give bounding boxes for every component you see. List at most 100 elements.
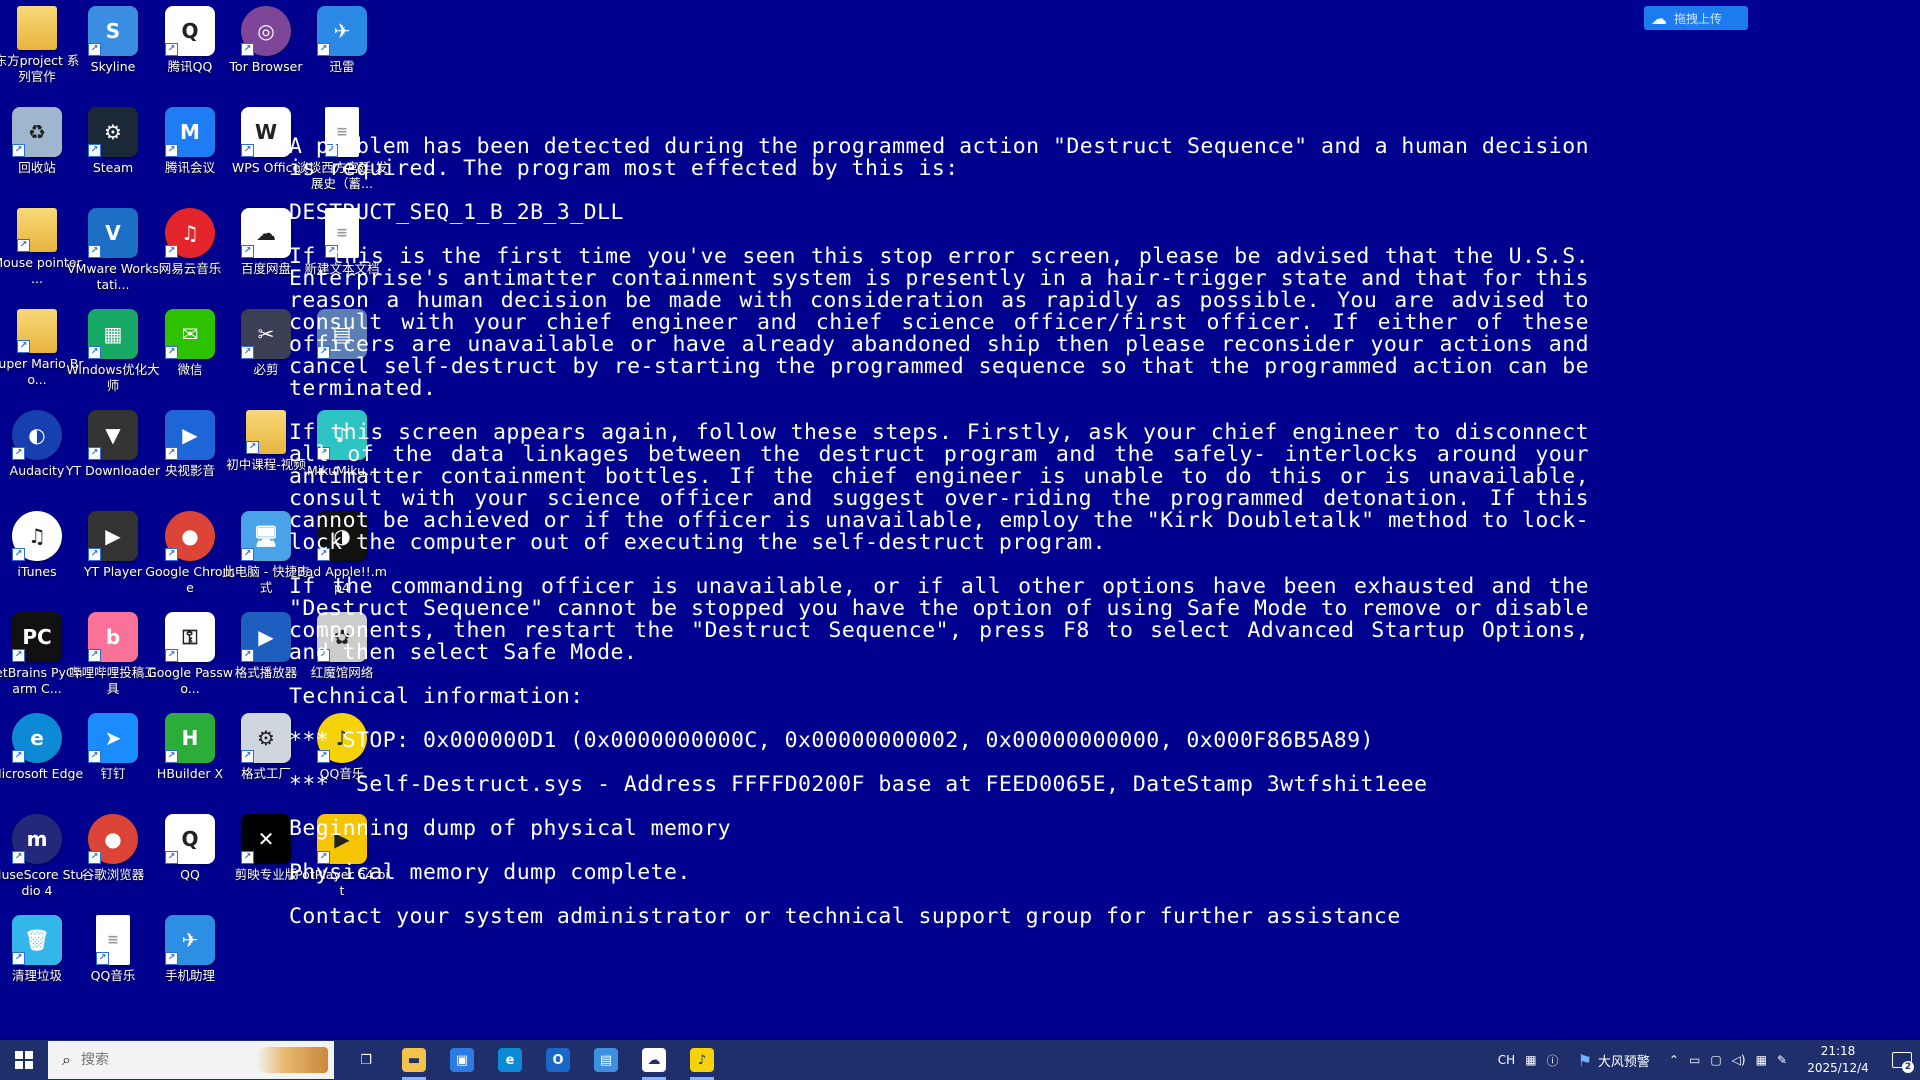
- taskbar-app-baidu-netdisk[interactable]: ☁: [630, 1040, 678, 1080]
- volume-icon[interactable]: ◁): [1727, 1040, 1751, 1080]
- taskbar-app-control-panel[interactable]: ▤: [582, 1040, 630, 1080]
- shortcut-arrow-icon: ↗: [165, 43, 178, 56]
- weather-label: 大风预警: [1597, 1054, 1650, 1070]
- help-icon[interactable]: ⓘ: [1542, 1040, 1564, 1080]
- shortcut-arrow-icon: ↗: [246, 441, 259, 454]
- shortcut-arrow-icon: ↗: [317, 43, 330, 56]
- yt-downloader-icon: ▼ ↗: [88, 410, 138, 460]
- pen-icon[interactable]: ✎: [1772, 1040, 1792, 1080]
- bsod-paragraph: *** STOP: 0x000000D1 (0x0000000000C, 0x0…: [289, 728, 1374, 753]
- chevron-up-icon[interactable]: ⌃: [1664, 1040, 1684, 1080]
- taskbar-app-qq-music[interactable]: ♪: [678, 1040, 726, 1080]
- notification-count: 2: [1902, 1061, 1914, 1073]
- shortcut-arrow-icon: ↗: [165, 952, 178, 965]
- network-icon[interactable]: ▭: [1684, 1040, 1705, 1080]
- shortcut-arrow-icon: ↗: [165, 851, 178, 864]
- qq-penguin-icon: Q ↗: [165, 814, 215, 864]
- bilibili-upload-icon: b ↗: [88, 612, 138, 662]
- shortcut-arrow-icon: ↗: [165, 649, 178, 662]
- shortcut-arrow-icon: ↗: [88, 346, 101, 359]
- wind-icon: ⚑: [1577, 1050, 1592, 1070]
- outlook-icon: O: [546, 1048, 570, 1072]
- pycharm-icon: PC ↗: [12, 612, 62, 662]
- format-player-icon: ▶ ↗: [241, 612, 291, 662]
- shortcut-arrow-icon: ↗: [165, 447, 178, 460]
- taskbar-app-file-explorer[interactable]: ▬: [390, 1040, 438, 1080]
- folder-icon: ↗: [17, 309, 57, 353]
- notification-center-button[interactable]: 2: [1884, 1040, 1920, 1080]
- tor-browser-icon: ◎ ↗: [241, 6, 291, 56]
- shortcut-arrow-icon: ↗: [12, 952, 25, 965]
- task-view-icon: ❐: [360, 1052, 372, 1068]
- baidu-netdisk-icon: ☁ ↗: [241, 208, 291, 258]
- search-input[interactable]: [78, 1051, 243, 1069]
- shortcut-arrow-icon: ↗: [165, 548, 178, 561]
- shortcut-arrow-icon: ↗: [241, 851, 254, 864]
- desktop-icon[interactable]: ✈ ↗ 迅雷: [294, 0, 390, 96]
- start-button[interactable]: [0, 1040, 48, 1080]
- taskbar-apps: ❐ ▬ ▣ e O ▤ ☁ ♪: [342, 1040, 726, 1080]
- taskbar-app-task-view[interactable]: ❐: [342, 1040, 390, 1080]
- xunlei-icon: ✈ ↗: [317, 6, 367, 56]
- display-icon[interactable]: ▢: [1705, 1040, 1726, 1080]
- bsod-paragraph: Physical memory dump complete.: [289, 860, 691, 885]
- search-box[interactable]: ⌕: [48, 1041, 334, 1079]
- ime-indicator[interactable]: CH: [1493, 1040, 1520, 1080]
- wps-office-icon: W ↗: [241, 107, 291, 157]
- text-document-icon: ≡ ↗: [96, 915, 130, 965]
- file-explorer-icon: ▬: [402, 1048, 426, 1072]
- folder-icon: [17, 6, 57, 50]
- windows-start-icon: [15, 1051, 33, 1069]
- clock-date: 2025/12/4: [1807, 1061, 1869, 1075]
- shortcut-arrow-icon: ↗: [12, 144, 25, 157]
- baidu-cloud-icon: ☁: [1651, 8, 1667, 28]
- clock-time: 21:18: [1820, 1044, 1856, 1058]
- musescore-icon: m ↗: [12, 814, 62, 864]
- search-highlight-image: [256, 1047, 328, 1073]
- system-tray: CH ▦ ⓘ ⚑ 大风预警 ⌃ ▭ ▢ ◁) ▦ ✎ 21:18 2025/12…: [1493, 1040, 1920, 1080]
- shortcut-arrow-icon: ↗: [88, 245, 101, 258]
- app-grid-icon[interactable]: ▦: [1751, 1040, 1772, 1080]
- shortcut-arrow-icon: ↗: [88, 144, 101, 157]
- shortcut-arrow-icon: ↗: [165, 346, 178, 359]
- shortcut-arrow-icon: ↗: [17, 340, 30, 353]
- bsod-paragraph: If this is the first time you've seen th…: [289, 244, 1603, 401]
- shortcut-arrow-icon: ↗: [241, 649, 254, 662]
- shortcut-arrow-icon: ↗: [88, 649, 101, 662]
- desktop-icon-label: 手机助理: [164, 968, 215, 983]
- shortcut-arrow-icon: ↗: [241, 750, 254, 763]
- phone-assistant-icon: ✈ ↗: [165, 915, 215, 965]
- taskbar-app-edge[interactable]: e: [486, 1040, 534, 1080]
- weather-widget[interactable]: ⚑ 大风预警: [1564, 1051, 1664, 1070]
- store-icon: ▣: [450, 1048, 474, 1072]
- this-pc-icon: 🖥 ↗: [241, 511, 291, 561]
- search-icon: ⌕: [62, 1050, 71, 1069]
- baidu-netdisk-icon: ☁: [642, 1048, 666, 1072]
- taskbar-app-outlook[interactable]: O: [534, 1040, 582, 1080]
- qq-music-icon: ♪: [690, 1048, 714, 1072]
- format-factory-icon: ⚙ ↗: [241, 713, 291, 763]
- dingtalk-icon: ➤ ↗: [88, 713, 138, 763]
- audacity-icon: ◐ ↗: [12, 410, 62, 460]
- shortcut-arrow-icon: ↗: [88, 43, 101, 56]
- chrome-icon: ● ↗: [165, 511, 215, 561]
- edge-icon: e: [498, 1048, 522, 1072]
- shortcut-arrow-icon: ↗: [12, 851, 25, 864]
- taskbar-app-microsoft-store[interactable]: ▣: [438, 1040, 486, 1080]
- ime-mode-icon[interactable]: ▦: [1520, 1040, 1541, 1080]
- taskbar: ⌕ ❐ ▬ ▣ eO ▤ ☁ ♪ CH ▦ ⓘ ⚑ 大风预警 ⌃ ▭ ▢ ◁) ▦ ✎ 21…: [0, 1040, 1920, 1080]
- upload-pill[interactable]: ☁ 拖拽上传: [1644, 6, 1748, 30]
- google-password-icon: ⚿ ↗: [165, 612, 215, 662]
- capcut-icon: ✕ ↗: [241, 814, 291, 864]
- shortcut-arrow-icon: ↗: [88, 750, 101, 763]
- shortcut-arrow-icon: ↗: [241, 346, 254, 359]
- desktop-icon[interactable]: ✈ ↗ 手机助理: [142, 909, 238, 1005]
- vmware-icon: V ↗: [88, 208, 138, 258]
- clock[interactable]: 21:18 2025/12/4: [1792, 1043, 1884, 1077]
- wechat-icon: ✉ ↗: [165, 309, 215, 359]
- bsod-paragraph: Beginning dump of physical memory: [289, 816, 732, 841]
- qq-penguin-icon: Q ↗: [165, 6, 215, 56]
- shortcut-arrow-icon: ↗: [12, 548, 25, 561]
- shortcut-arrow-icon: ↗: [17, 239, 30, 252]
- chrome-icon: ● ↗: [88, 814, 138, 864]
